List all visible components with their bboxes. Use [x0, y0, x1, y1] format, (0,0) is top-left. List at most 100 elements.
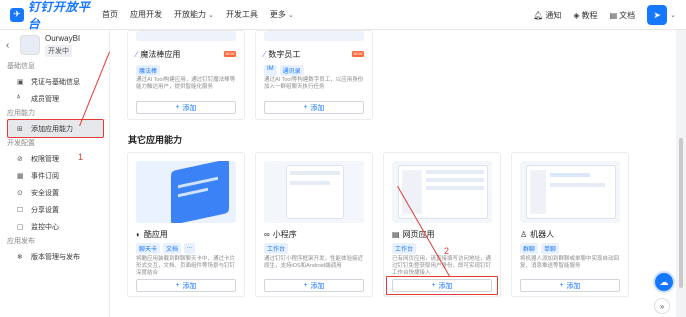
card-title-text: 酷应用 — [143, 230, 168, 239]
tag: 群聊 — [520, 243, 539, 254]
nav-home[interactable]: 首页 — [102, 9, 118, 20]
sidebar-item-label: 凭证与基础信息 — [31, 78, 80, 86]
add-button[interactable]: + 添加 — [136, 101, 236, 114]
sidebar-item-monitor[interactable]: ▢ 监控中心 — [0, 218, 109, 235]
card-tags: 群聊 单聊 — [520, 243, 562, 254]
annotation-highlight-box — [386, 276, 498, 295]
tag: 魔法棒 — [136, 65, 161, 76]
web-app-icon: ▤ — [392, 230, 400, 239]
chat-bubble-icon: ☁ — [659, 276, 669, 287]
app-status-badge: 开发中 — [45, 44, 72, 57]
preview-line — [290, 171, 340, 175]
add-button[interactable]: + 添加 — [136, 279, 236, 292]
double-chevron-right-icon: » — [659, 301, 665, 311]
nav-dev-tools[interactable]: 开发工具 — [226, 9, 258, 20]
sidebar-item-permissions[interactable]: ⊘ 权限管理 — [0, 150, 109, 167]
app-avatar — [20, 35, 40, 55]
sidebar-section-capability: 应用能力 — [7, 110, 35, 117]
tag: ... — [184, 243, 196, 254]
magic-wand-icon: ⁄ — [136, 50, 138, 59]
add-button-label: 添加 — [310, 282, 325, 290]
card-tags: 工作台 — [264, 243, 291, 254]
plus-icon: + — [175, 282, 180, 289]
card-preview — [136, 31, 236, 41]
preview-line — [426, 178, 484, 182]
tutorial-link[interactable]: ◈ 教程 — [573, 10, 597, 21]
sidebar-section-basic: 基础信息 — [7, 63, 35, 70]
version-icon: ❄ — [17, 253, 23, 261]
preview-line — [290, 181, 330, 185]
capability-card: ♙ 机器人 群聊 单聊 将机器人添加到群聊或单聊中实现自动回复、消息推送等智能服务 … — [511, 152, 629, 297]
sidebar-item-label: 权限管理 — [31, 155, 59, 163]
app-header: ‹ OurwayBI 开发中 — [0, 30, 109, 60]
card-title-text: 魔法棒应用 — [140, 50, 181, 59]
add-button-label: 添加 — [182, 104, 197, 112]
card-title: ∞ 小程序 — [264, 229, 297, 240]
top-bar: ✈ 钉钉开放平台 首页 应用开发 开放能力 ⌄ 开发工具 更多 ⌄ 🔔︎ 通知 ◈ 教程… — [0, 0, 686, 32]
nav-open-capability[interactable]: 开放能力 ⌄ — [174, 9, 214, 20]
new-badge: NEW — [352, 51, 364, 57]
sidebar-item-add-capability[interactable]: ⊞ 添加应用能力 — [7, 119, 104, 138]
shield-icon: ⊙ — [17, 189, 23, 197]
card-preview — [136, 161, 236, 223]
dingtalk-logo-icon: ✈ — [10, 7, 24, 22]
new-badge: NEW — [224, 51, 236, 57]
brand-name: 钉钉开放平台 — [27, 0, 91, 31]
add-button[interactable]: + 添加 — [264, 101, 364, 114]
card-title: ♙ 机器人 — [520, 229, 554, 240]
nav-more[interactable]: 更多 ⌄ — [270, 9, 294, 20]
user-avatar[interactable]: ➤ — [647, 5, 668, 25]
plus-icon: + — [303, 104, 308, 111]
nav-app-dev[interactable]: 应用开发 — [130, 9, 162, 20]
docs-label: 文档 — [619, 10, 636, 20]
tag: 单聊 — [541, 243, 560, 254]
sidebar-item-events[interactable]: ▦ 事件订阅 — [0, 167, 109, 184]
back-arrow-icon[interactable]: ‹ — [6, 40, 18, 51]
help-assistant-button[interactable]: ☁ — [653, 271, 675, 293]
add-button[interactable]: + 添加 — [520, 279, 620, 292]
chevron-down-icon: ⌄ — [208, 11, 214, 19]
sidebar-item-credentials[interactable]: ▣ 凭证与基础信息 — [0, 73, 109, 90]
tag: 工作台 — [264, 243, 289, 254]
brand-logo[interactable]: ✈ 钉钉开放平台 — [10, 0, 102, 32]
card-preview — [264, 161, 364, 223]
sidebar-item-share[interactable]: ☐ 分享设置 — [0, 201, 109, 218]
card-preview — [392, 161, 492, 223]
nav-open-capability-label: 开放能力 — [174, 10, 206, 19]
capability-card: ⁄ 魔法棒应用 NEW 魔法棒 通过AI Tool构建应用，通过钉钉魔法棒等能力触… — [127, 30, 245, 120]
sidebar-item-label: 监控中心 — [31, 223, 59, 231]
chevron-down-icon[interactable]: ⌄ — [670, 11, 676, 19]
tutorial-icon: ◈ — [573, 10, 580, 20]
card-title-text: 机器人 — [530, 230, 555, 239]
tutorial-label: 教程 — [581, 10, 598, 20]
annotation-step-1: 1 — [78, 152, 84, 162]
document-icon: ▤ — [609, 10, 618, 20]
sidebar-item-label: 事件订阅 — [31, 172, 59, 180]
plus-icon: + — [175, 104, 180, 111]
plus-icon: + — [303, 282, 308, 289]
card-title: ⁄ 魔法棒应用 — [136, 49, 180, 60]
sidebar-item-security[interactable]: ⊙ 安全设置 — [0, 184, 109, 201]
docs-link[interactable]: ▤ 文档 — [610, 10, 636, 21]
card-description: 通过AI Tool等构建数字员工，以应用身份加入一群组聊天执行任务 — [264, 77, 364, 90]
chevron-down-icon: ⌄ — [287, 11, 294, 19]
sidebar-item-label: 添加应用能力 — [31, 125, 73, 133]
scrollbar-thumb[interactable] — [679, 138, 683, 288]
sidebar-item-versions[interactable]: ❄ 版本管理与发布 — [0, 248, 109, 265]
permission-icon: ⊘ — [17, 155, 23, 163]
sidebar-item-label: 分享设置 — [31, 206, 59, 214]
sidebar-item-label: 安全设置 — [31, 189, 59, 197]
add-button[interactable]: + 添加 — [264, 279, 364, 292]
preview-line — [426, 170, 484, 174]
card-tags: 魔法棒 — [136, 65, 163, 76]
expand-button[interactable]: » — [654, 298, 670, 314]
app-name: OurwayBI — [45, 33, 81, 43]
top-right-nav: 🔔︎ 通知 ◈ 教程 ▤ 文档 ➤ ⌄ — [533, 0, 676, 30]
capability-card: ◐ 酷应用 聊天卡 文档 ... 将酷应用装载到群聊聊天卡中，通过卡片形式交互，文… — [127, 152, 245, 297]
notify-link[interactable]: 🔔︎ 通知 — [533, 10, 561, 21]
sidebar-item-label: 成员管理 — [31, 95, 59, 103]
card-tags: IM 通讯录 — [264, 65, 307, 76]
sidebar: ‹ OurwayBI 开发中 基础信息 ▣ 凭证与基础信息 ᴬ 成员管理 应用能力 … — [0, 30, 110, 317]
card-description: 将酷应用装载到群聊聊天卡中，通过卡片形式交互，文档、页面组件等场景与钉钉深度结合 — [136, 256, 236, 276]
main-nav: 首页 应用开发 开放能力 ⌄ 开发工具 更多 ⌄ — [102, 9, 306, 20]
